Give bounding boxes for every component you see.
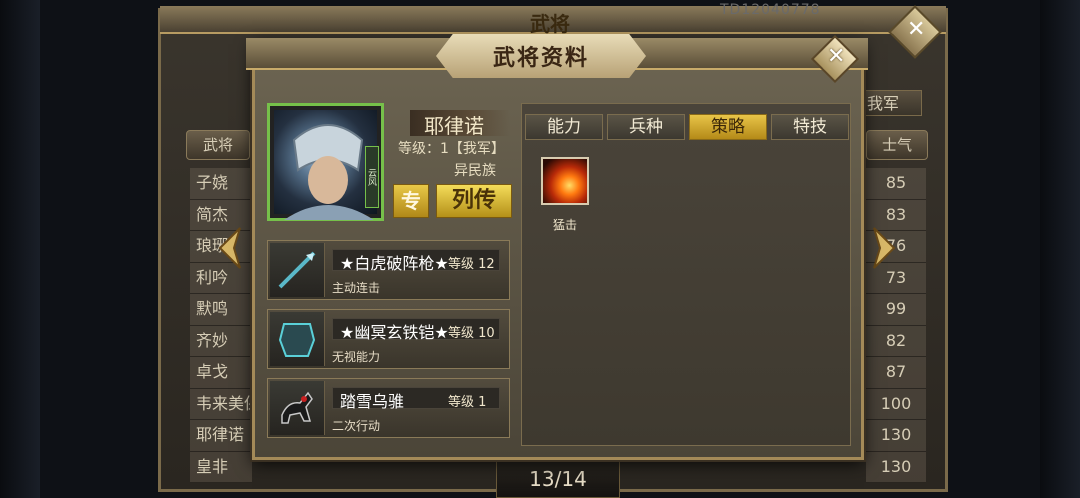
left-edge — [0, 0, 40, 498]
army-tab[interactable]: 我军 — [860, 90, 922, 116]
general-column-header: 武将 — [186, 130, 250, 160]
spear-icon — [270, 243, 325, 297]
general-row[interactable]: 皇非 — [190, 451, 252, 483]
previous-arrow-icon[interactable] — [216, 226, 244, 270]
dialog-title: 武将资料 — [492, 46, 589, 71]
hero-race: 异民族 — [454, 163, 496, 179]
general-row[interactable]: 子娆 — [190, 168, 252, 200]
skill-name: 猛击 — [552, 218, 577, 232]
biography-button[interactable]: 列传 — [436, 184, 512, 218]
equip-desc: 无视能力 — [332, 350, 381, 364]
morale-cell: 130 — [866, 451, 926, 483]
equip-name: ★白虎破阵枪★ — [340, 254, 449, 273]
strike-icon[interactable] — [541, 157, 589, 205]
equip-level: 等级 1 — [448, 395, 487, 410]
morale-cell: 87 — [866, 357, 926, 389]
hero-level: 等级：1【我军】 — [398, 141, 505, 157]
portrait-image — [274, 110, 377, 220]
tab-strategy[interactable]: 策略 — [689, 114, 767, 140]
hero-name: 耶律诺 — [424, 114, 484, 138]
horse-icon — [270, 381, 325, 435]
hero-portrait[interactable]: 云风 — [267, 103, 384, 221]
equip-desc: 主动连击 — [332, 281, 381, 295]
general-row[interactable]: 默鸣 — [190, 294, 252, 326]
page-indicator: 13/14 — [496, 460, 620, 498]
close-icon: ✕ — [906, 17, 926, 43]
general-row[interactable]: 耶律诺 — [190, 420, 252, 452]
player-id: TD12040778 — [720, 2, 821, 18]
equip-level: 等级 12 — [448, 257, 495, 272]
specialty-button[interactable]: 专 — [393, 184, 429, 218]
equip-name: ★幽冥玄铁铠★ — [340, 323, 449, 342]
tab-ability[interactable]: 能力 — [525, 114, 603, 140]
morale-cell: 85 — [866, 168, 926, 200]
next-arrow-icon[interactable] — [870, 226, 898, 270]
morale-column-header: 士气 — [866, 130, 928, 160]
right-edge — [1040, 0, 1080, 498]
armor-slot[interactable]: ★幽冥玄铁铠★ 等级 10 无视能力 — [267, 309, 510, 369]
portrait-badge: 云风 — [365, 146, 379, 208]
equip-level: 等级 10 — [448, 326, 495, 341]
general-row[interactable]: 卓戈 — [190, 357, 252, 389]
equip-desc: 二次行动 — [332, 419, 381, 433]
general-row[interactable]: 韦来美保 — [190, 388, 252, 420]
morale-cell: 82 — [866, 325, 926, 357]
general-list: 子娆 简杰 琅琊 利吟 默鸣 齐妙 卓戈 韦来美保 耶律诺 皇非 — [190, 168, 252, 483]
tab-special-skill[interactable]: 特技 — [771, 114, 849, 140]
background-title: 武将 — [530, 12, 570, 36]
general-row[interactable]: 齐妙 — [190, 325, 252, 357]
tab-troop-type[interactable]: 兵种 — [607, 114, 685, 140]
equip-name: 踏雪乌骓 — [340, 392, 405, 411]
morale-cell: 100 — [866, 388, 926, 420]
morale-cell: 99 — [866, 294, 926, 326]
close-icon: ✕ — [826, 44, 846, 70]
morale-cell: 130 — [866, 420, 926, 452]
morale-list: 85 83 76 73 99 82 87 100 130 130 — [866, 168, 926, 483]
mount-slot[interactable]: 踏雪乌骓 等级 1 二次行动 — [267, 378, 510, 438]
detail-panel — [521, 103, 851, 446]
weapon-slot[interactable]: ★白虎破阵枪★ 等级 12 主动连击 — [267, 240, 510, 300]
armor-icon — [270, 312, 325, 366]
